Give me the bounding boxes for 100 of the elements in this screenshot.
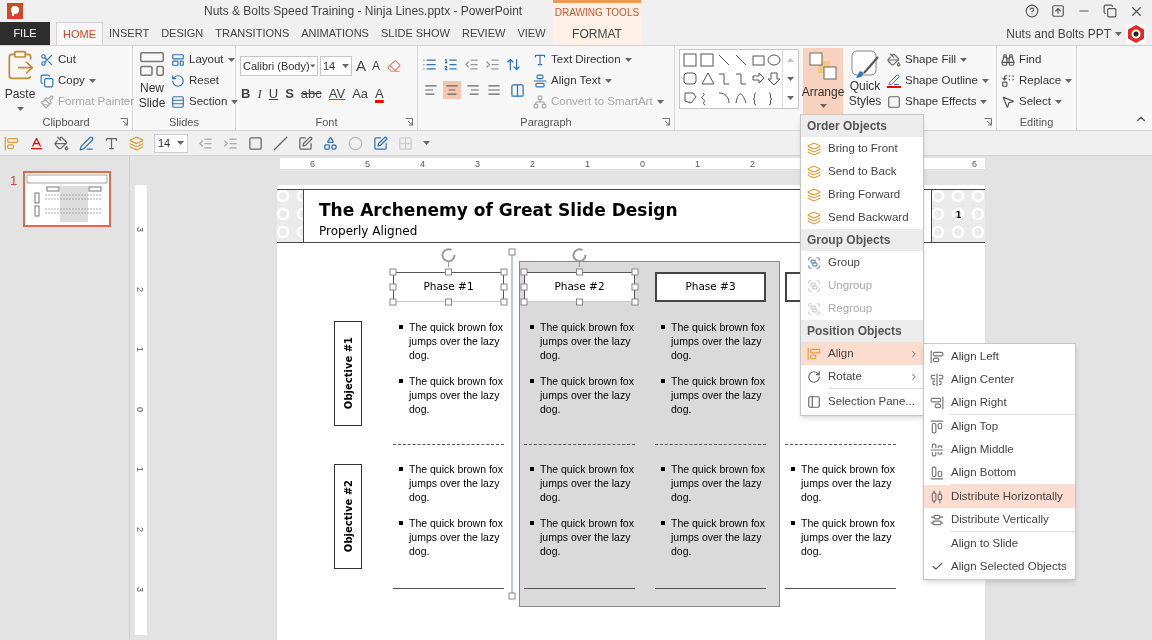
menu-item[interactable]: Bring to Front: [801, 137, 923, 160]
selection-handles[interactable]: [520, 246, 639, 306]
phase-box[interactable]: Phase #2: [524, 272, 635, 302]
new-slide-button[interactable]: New Slide: [137, 49, 167, 114]
contextual-group-label: DRAWING TOOLS: [553, 6, 641, 20]
menu-item[interactable]: Bring Forward: [801, 183, 923, 206]
selection-handles[interactable]: [389, 246, 508, 306]
format-button[interactable]: I: [256, 83, 263, 103]
phase-box[interactable]: Phase #1: [393, 272, 504, 302]
columns-icon[interactable]: [510, 82, 525, 98]
arrange-button[interactable]: Arrange: [803, 48, 843, 114]
ribbon-tab[interactable]: HOME: [56, 22, 103, 45]
dialog-launcher-icon[interactable]: [405, 118, 413, 126]
menu-item[interactable]: Rotate: [801, 365, 923, 388]
ribbon-command[interactable]: Select: [1001, 91, 1073, 112]
line-icon[interactable]: [273, 135, 288, 151]
ribbon-tab[interactable]: REVIEW: [456, 22, 512, 45]
account-logo-icon[interactable]: [1126, 23, 1146, 44]
ribbon-tab[interactable]: INSERT: [103, 22, 156, 45]
ribbon-tab[interactable]: VIEW: [511, 22, 552, 45]
ribbon-command[interactable]: Reset: [171, 70, 239, 91]
decrease-indent-icon[interactable]: [464, 57, 479, 72]
menu-item[interactable]: Align: [801, 342, 923, 365]
quick-styles-icon: [850, 49, 880, 79]
font-name-field[interactable]: Calibri (Body): [240, 56, 318, 77]
ribbon-command[interactable]: Shape Effects: [887, 91, 989, 112]
ribbon-tab[interactable]: FILE: [0, 22, 50, 45]
align-icon: [930, 465, 944, 480]
menu-item[interactable]: Align Left: [924, 345, 1075, 368]
menu-item[interactable]: Align Right: [924, 391, 1075, 414]
format-button[interactable]: S: [284, 83, 295, 103]
shapes-gallery[interactable]: [679, 49, 799, 109]
menu-item[interactable]: Send to Back: [801, 160, 923, 183]
ribbon-tab[interactable]: FORMAT: [553, 22, 641, 45]
scissors-icon: [40, 52, 54, 67]
text-direction-icon[interactable]: [104, 135, 119, 151]
caret-icon: [980, 99, 988, 104]
line-spacing-icon[interactable]: [506, 57, 521, 72]
menu-item[interactable]: Selection Pane...: [801, 390, 923, 413]
increase-indent-icon[interactable]: [485, 57, 500, 72]
format-button[interactable]: B: [240, 83, 252, 103]
caret-icon: [309, 64, 315, 69]
ribbon-tab[interactable]: DESIGN: [155, 22, 210, 45]
help-icon[interactable]: [1025, 4, 1039, 18]
ribbon-tab[interactable]: SLIDE SHOW: [374, 22, 456, 45]
ribbon-tab[interactable]: ANIMATIONS: [295, 22, 375, 45]
menu-item[interactable]: Group: [801, 251, 923, 274]
font-color-icon[interactable]: [29, 135, 44, 151]
ribbon-command[interactable]: Cut: [40, 49, 135, 70]
quick-styles-button[interactable]: Quick Styles: [847, 49, 883, 114]
dialog-launcher-icon[interactable]: [120, 118, 128, 126]
ribbon-tab[interactable]: TRANSITIONS: [209, 22, 296, 45]
ribbon-command[interactable]: Shape Outline: [887, 70, 989, 91]
menu-item[interactable]: Distribute Vertically: [924, 508, 1075, 531]
numbering-icon[interactable]: [443, 57, 458, 72]
phase-box[interactable]: Phase #3: [655, 272, 766, 302]
ruler-label: 0: [640, 158, 645, 170]
format-button[interactable]: A: [374, 83, 385, 103]
shrink-font-button[interactable]: A: [370, 57, 383, 76]
edit-icon[interactable]: [373, 135, 388, 151]
menu-item[interactable]: Send Backward: [801, 206, 923, 229]
paint-bucket-icon[interactable]: [54, 135, 69, 151]
format-button[interactable]: U: [267, 83, 280, 103]
ribbon-command[interactable]: Replace: [1001, 70, 1073, 91]
menu-item[interactable]: Align Bottom: [924, 461, 1075, 484]
paste-button[interactable]: Paste: [4, 49, 36, 114]
menu-item[interactable]: Align Top: [924, 415, 1075, 438]
ribbon-command[interactable]: Section: [171, 91, 239, 112]
restore-icon[interactable]: [1103, 4, 1117, 18]
menu-item[interactable]: Align Selected Objects: [924, 555, 1075, 578]
menu-item[interactable]: Align Center: [924, 368, 1075, 391]
ribbon-command[interactable]: Layout: [171, 49, 239, 70]
menu-item[interactable]: Distribute Horizontally: [924, 485, 1075, 508]
ribbon-command[interactable]: Shape Fill: [887, 49, 989, 70]
ruler-label: 1: [135, 347, 144, 352]
account-menu[interactable]: Nuts and Bolts PPT: [1006, 24, 1122, 43]
font-size-field[interactable]: 14: [320, 56, 352, 77]
eraser-icon[interactable]: [387, 59, 402, 74]
font-size-field[interactable]: 14: [154, 133, 188, 153]
pen-icon[interactable]: [79, 135, 94, 151]
ribbon-display-icon[interactable]: [1051, 4, 1065, 18]
bullets-icon[interactable]: [422, 57, 437, 72]
dialog-launcher-icon[interactable]: [984, 118, 992, 126]
ribbon-command[interactable]: Text Direction: [533, 49, 664, 70]
grow-font-button[interactable]: A: [354, 55, 368, 78]
ribbon-command[interactable]: Align Text: [533, 70, 664, 91]
menu-item[interactable]: Align to Slide: [924, 532, 1075, 555]
app-icon[interactable]: [6, 2, 24, 20]
align-text-button[interactable]: [443, 81, 461, 99]
dialog-launcher-icon[interactable]: [662, 118, 670, 126]
text-box-icon[interactable]: [298, 135, 313, 151]
rectangle-icon[interactable]: [248, 135, 263, 151]
format-button[interactable]: Aa: [351, 83, 370, 103]
format-button[interactable]: abc: [299, 83, 323, 103]
menu-item[interactable]: Align Middle: [924, 438, 1075, 461]
ribbon-command[interactable]: Copy: [40, 70, 135, 91]
ribbon-command[interactable]: Find: [1001, 49, 1073, 70]
format-button[interactable]: AV: [327, 83, 347, 103]
shapes-icon[interactable]: [323, 135, 338, 151]
objective-label: Objective #1: [341, 337, 355, 410]
